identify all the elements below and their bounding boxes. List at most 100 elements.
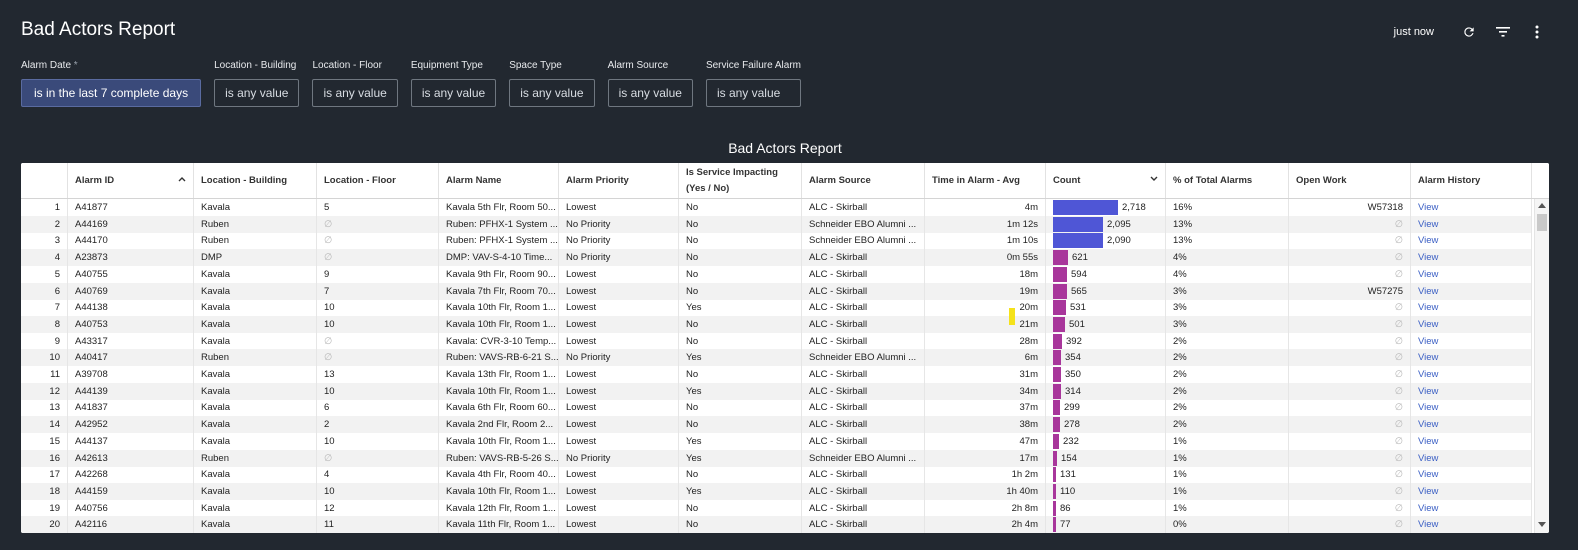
cell-location-floor: 6	[317, 399, 439, 417]
cell-alarm-source: ALC - Skirball	[802, 466, 925, 484]
cell-time-in-alarm: 6m	[925, 349, 1046, 367]
cell-alarm-name: Kavala 2nd Flr, Room 2...	[439, 416, 559, 434]
cell-location-floor: 12	[317, 499, 439, 517]
column-header-service-impacting[interactable]: Is Service Impacting (Yes / No)	[679, 163, 802, 198]
cell-location-floor: ∅	[317, 449, 439, 467]
cell-alarm-history[interactable]: View	[1411, 516, 1532, 533]
cell-alarm-history[interactable]: View	[1411, 215, 1532, 233]
column-header-count[interactable]: Count	[1046, 163, 1166, 198]
cell-location-building: Kavala	[194, 482, 317, 500]
refresh-icon[interactable]	[1458, 22, 1480, 42]
cell-alarm-history[interactable]: View	[1411, 282, 1532, 300]
cell-alarm-history[interactable]: View	[1411, 232, 1532, 250]
column-header-percent-total[interactable]: % of Total Alarms	[1166, 163, 1289, 198]
filter-value-button[interactable]: is any value	[705, 79, 801, 107]
cell-alarm-id: A42268	[68, 466, 194, 484]
cell-alarm-history[interactable]: View	[1411, 332, 1532, 350]
cell-alarm-history[interactable]: View	[1411, 199, 1532, 216]
cell-alarm-history[interactable]: View	[1411, 432, 1532, 450]
cell-open-work: ∅	[1289, 349, 1411, 367]
cell-percent-total: 2%	[1166, 399, 1289, 417]
cell-alarm-history[interactable]: View	[1411, 416, 1532, 434]
cell-alarm-priority: Lowest	[559, 299, 679, 317]
cell-location-floor: 10	[317, 432, 439, 450]
cell-open-work: ∅	[1289, 366, 1411, 383]
cell-location-building: Kavala	[194, 299, 317, 317]
column-header-open-work[interactable]: Open Work	[1289, 163, 1411, 198]
cell-location-floor: 11	[317, 516, 439, 533]
cell-alarm-name: Kavala 10th Flr, Room 1...	[439, 482, 559, 500]
count-value: 110	[1060, 485, 1076, 497]
cell-time-in-alarm: 1h 2m	[925, 466, 1046, 484]
sort-ascending-icon[interactable]	[178, 176, 186, 182]
cell-percent-total: 2%	[1166, 416, 1289, 434]
count-bar	[1053, 283, 1067, 299]
count-value: 2,718	[1122, 202, 1146, 213]
count-bar	[1053, 400, 1060, 416]
cell-service-impacting: No	[679, 399, 802, 417]
column-header-alarm-id[interactable]: Alarm ID	[68, 163, 194, 198]
cell-alarm-source: ALC - Skirball	[802, 199, 925, 216]
cell-row-number: 1	[21, 199, 68, 216]
cell-alarm-priority: Lowest	[559, 499, 679, 517]
cell-alarm-name: Kavala 10th Flr, Room 1...	[439, 299, 559, 317]
cell-alarm-history[interactable]: View	[1411, 382, 1532, 400]
cell-alarm-history[interactable]: View	[1411, 315, 1532, 333]
last-updated-label: just now	[1393, 26, 1434, 38]
cell-location-building: Kavala	[194, 416, 317, 434]
cell-percent-total: 1%	[1166, 466, 1289, 484]
cell-service-impacting: No	[679, 215, 802, 233]
cell-alarm-id: A40753	[68, 315, 194, 333]
count-bar	[1053, 517, 1056, 533]
cell-alarm-history[interactable]: View	[1411, 366, 1532, 383]
cell-alarm-history[interactable]: View	[1411, 499, 1532, 517]
filter-value-button[interactable]: is any value	[509, 79, 595, 107]
filter-value-button[interactable]: is any value	[410, 79, 497, 107]
cell-open-work: ∅	[1289, 332, 1411, 350]
cell-alarm-history[interactable]: View	[1411, 265, 1532, 283]
cell-alarm-history[interactable]: View	[1411, 399, 1532, 417]
filter-value-button[interactable]: is in the last 7 complete days	[21, 79, 202, 107]
table-row: 17 A42268 Kavala 4 Kavala 4th Flr, Room 40..…	[21, 466, 1532, 484]
column-header-alarm-source[interactable]: Alarm Source	[802, 163, 925, 198]
count-bar	[1053, 316, 1065, 332]
cell-alarm-priority: Lowest	[559, 265, 679, 283]
column-header-alarm-priority[interactable]: Alarm Priority	[559, 163, 679, 198]
column-header-location-floor[interactable]: Location - Floor	[317, 163, 439, 198]
cell-count: 131	[1046, 466, 1166, 484]
filter-value-button[interactable]: is any value	[607, 79, 693, 107]
count-value: 531	[1070, 302, 1086, 314]
cell-percent-total: 16%	[1166, 199, 1289, 216]
column-header-alarm-history[interactable]: Alarm History	[1411, 163, 1532, 198]
scroll-up-icon[interactable]	[1538, 203, 1546, 208]
cell-alarm-history[interactable]: View	[1411, 482, 1532, 500]
cell-alarm-name: Kavala 10th Flr, Room 1...	[439, 382, 559, 400]
filter-icon[interactable]	[1492, 22, 1514, 42]
table-row: 16 A42613 Ruben ∅ Ruben: VAVS-RB-5-26 S... No…	[21, 449, 1532, 467]
count-bar	[1053, 367, 1061, 382]
filter-2: Location - Floor is any value	[312, 60, 398, 107]
scroll-down-icon[interactable]	[1538, 522, 1546, 527]
more-vert-icon[interactable]	[1526, 22, 1548, 42]
cell-alarm-history[interactable]: View	[1411, 299, 1532, 317]
column-header-alarm-name[interactable]: Alarm Name	[439, 163, 559, 198]
cell-alarm-priority: Lowest	[559, 382, 679, 400]
cell-alarm-source: ALC - Skirball	[802, 282, 925, 300]
filter-value-button[interactable]: is any value	[214, 79, 300, 107]
cell-alarm-priority: Lowest	[559, 282, 679, 300]
filter-value-button[interactable]: is any value	[312, 79, 398, 107]
sort-descending-icon[interactable]	[1150, 176, 1158, 182]
cell-alarm-history[interactable]: View	[1411, 449, 1532, 467]
cell-count: 621	[1046, 249, 1166, 267]
cell-alarm-history[interactable]: View	[1411, 349, 1532, 367]
cell-alarm-id: A44170	[68, 232, 194, 250]
scroll-thumb[interactable]	[1537, 214, 1547, 231]
column-header-time-in-alarm[interactable]: Time in Alarm - Avg	[925, 163, 1046, 198]
cell-service-impacting: No	[679, 282, 802, 300]
column-header-location-building[interactable]: Location - Building	[194, 163, 317, 198]
cell-alarm-history[interactable]: View	[1411, 249, 1532, 267]
table-row: 9 A43317 Kavala ∅ Kavala: CVR-3-10 Temp... Lo…	[21, 332, 1532, 350]
cell-alarm-history[interactable]: View	[1411, 466, 1532, 484]
vertical-scrollbar[interactable]	[1534, 199, 1549, 533]
cell-location-building: Ruben	[194, 349, 317, 367]
